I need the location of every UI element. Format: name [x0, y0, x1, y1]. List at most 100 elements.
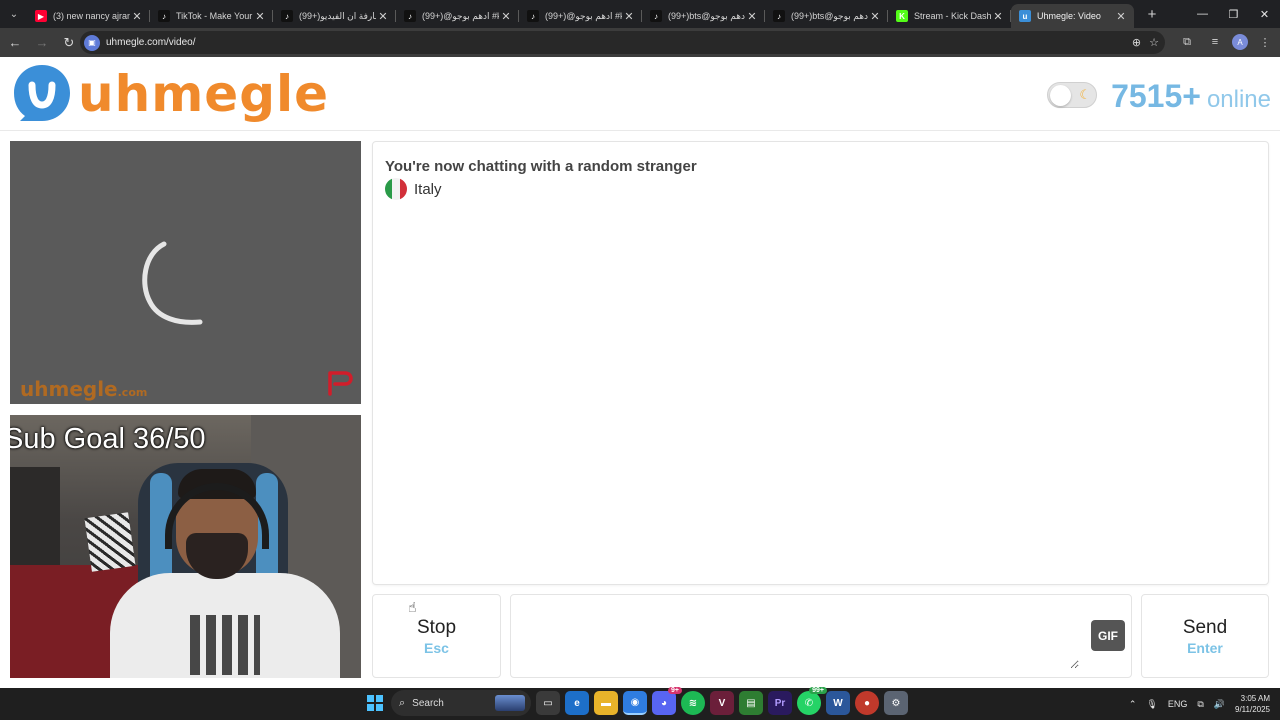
- close-tab-icon[interactable]: ✕: [499, 10, 513, 23]
- browser-tab[interactable]: ♪ (99+)bts@ادهم بوجو ✕: [765, 4, 888, 28]
- stop-button-label: Stop: [416, 616, 457, 638]
- address-bar[interactable]: ▣ uhmegle.com/video/ ⊕ ☆: [80, 31, 1165, 54]
- windows-taskbar: ⌕ Search ▭ e ▬ ◉ ◕ 9+ ≋ V ▤ Pr ✆ 99+ W ● ⚙…: [0, 687, 1280, 720]
- taskbar-search-label: Search: [412, 697, 444, 709]
- bookmark-star-icon[interactable]: ☆: [1149, 36, 1159, 49]
- send-button[interactable]: Send Enter: [1141, 594, 1269, 678]
- close-window-icon[interactable]: ✕: [1249, 0, 1280, 28]
- stop-button[interactable]: Stop Esc: [372, 594, 501, 678]
- browser-tab[interactable]: ♪ (99+)@ادهم بوجو #k✕: [396, 4, 519, 28]
- close-tab-icon[interactable]: ✕: [745, 10, 759, 23]
- obs-record-icon[interactable]: ●: [855, 691, 879, 715]
- maximize-icon[interactable]: ❐: [1218, 0, 1249, 28]
- minimize-icon[interactable]: —: [1187, 0, 1218, 28]
- tiktok-icon: ♪: [158, 10, 170, 22]
- premiere-icon[interactable]: Pr: [768, 691, 792, 715]
- close-tab-icon[interactable]: ✕: [622, 10, 636, 23]
- settings-gear-icon[interactable]: ⚙: [884, 691, 908, 715]
- vegas-icon[interactable]: V: [710, 691, 734, 715]
- url-text[interactable]: uhmegle.com/video/: [106, 37, 196, 48]
- close-tab-icon[interactable]: ✕: [130, 10, 144, 23]
- uhmegle-logo-text[interactable]: uhmegle: [78, 65, 329, 123]
- send-shortcut-key: Enter: [1187, 639, 1223, 656]
- close-tab-icon[interactable]: ✕: [376, 10, 390, 23]
- zoom-icon[interactable]: ⊕: [1132, 36, 1141, 49]
- close-tab-icon[interactable]: ✕: [253, 10, 267, 23]
- tiktok-icon: ♪: [527, 10, 539, 22]
- browser-tab[interactable]: u Uhmegle: Video ✕: [1011, 4, 1134, 28]
- taskbar-clock[interactable]: 3:05 AM 9/11/2025: [1235, 693, 1270, 715]
- spotify-icon[interactable]: ≋: [681, 691, 705, 715]
- edge-icon[interactable]: e: [565, 691, 589, 715]
- self-webcam-video: Sub Goal 36/50: [10, 415, 361, 678]
- reload-icon[interactable]: ↻: [57, 31, 81, 55]
- clock-date: 9/11/2025: [1235, 705, 1270, 714]
- search-highlight-image: [495, 695, 525, 711]
- search-icon: ⌕: [399, 696, 406, 709]
- online-label: online: [1206, 86, 1271, 113]
- browser-tab-title: Stream - Kick Dashbo: [914, 11, 991, 21]
- back-icon[interactable]: ←: [3, 31, 27, 55]
- discord-icon[interactable]: ◕ 9+: [652, 687, 682, 715]
- taskbar-apps: ⌕ Search ▭ e ▬ ◉ ◕ 9+ ≋ V ▤ Pr ✆ 99+ W ● ⚙: [364, 687, 908, 716]
- online-counter: 7515+ online: [1111, 78, 1271, 115]
- youtube-icon: ▶: [35, 10, 47, 22]
- tab-search-chevron-icon[interactable]: ⌄: [3, 3, 25, 25]
- watermark-suffix: .com: [117, 386, 148, 399]
- tiktok-icon: ♪: [404, 10, 416, 22]
- uhmegle-logo-icon[interactable]: [12, 63, 72, 123]
- watermark-main: uhmegle: [20, 377, 118, 401]
- taskbar-search[interactable]: ⌕ Search: [391, 690, 531, 716]
- language-indicator[interactable]: ENG: [1168, 699, 1188, 709]
- discord-badge: 9+: [668, 687, 682, 694]
- clock-time: 3:05 AM: [1240, 694, 1270, 703]
- browser-tab-title: (99+)@ادهم بوجو #k: [422, 10, 499, 21]
- browser-tab[interactable]: ♪ (99+)@ادهم بوجو #k✕: [519, 4, 642, 28]
- microphone-icon[interactable]: 🎙: [1146, 699, 1157, 710]
- video-watermark: uhmegle.com: [20, 377, 147, 401]
- site-info-icon[interactable]: ▣: [84, 34, 100, 51]
- browser-toolbar: ← → ↻ ▣ uhmegle.com/video/ ⊕ ☆ ⧉ ≡ A ⋮: [0, 28, 1280, 57]
- volume-icon[interactable]: 🔊: [1214, 699, 1225, 710]
- country-name: Italy: [414, 180, 442, 198]
- close-tab-icon[interactable]: ✕: [991, 10, 1005, 23]
- chat-log: You're now chatting with a random strang…: [372, 141, 1269, 585]
- gif-button[interactable]: GIF: [1091, 620, 1125, 651]
- chat-status-text: You're now chatting with a random strang…: [385, 158, 697, 175]
- browser-tab[interactable]: ♪ (99+)bts@ادهم بوجو ✕: [642, 4, 765, 28]
- hand-cursor-icon: ☝: [408, 599, 417, 615]
- forward-icon[interactable]: →: [30, 31, 54, 55]
- browser-tab[interactable]: K Stream - Kick Dashbo✕: [888, 4, 1011, 28]
- stranger-country: Italy: [385, 178, 442, 200]
- network-icon[interactable]: ⧉: [1197, 699, 1203, 710]
- browser-tab[interactable]: ♪ TikTok - Make Your D ✕: [150, 4, 273, 28]
- kick-icon: K: [896, 10, 908, 22]
- file-explorer-icon[interactable]: ▬: [594, 691, 618, 715]
- dark-mode-toggle[interactable]: ☾: [1047, 82, 1097, 108]
- browser-menu-icon[interactable]: ⋮: [1254, 31, 1276, 53]
- task-view-icon[interactable]: ▭: [536, 691, 560, 715]
- report-flag-icon[interactable]: [327, 370, 355, 396]
- chrome-icon[interactable]: ◉: [623, 691, 647, 715]
- whatsapp-icon[interactable]: ✆ 99+: [797, 687, 827, 715]
- new-tab-button[interactable]: +: [1140, 6, 1164, 23]
- tiktok-icon: ♪: [281, 10, 293, 22]
- uhmegle-page: uhmegle ☾ 7515+ online uhmegle.com Sub G…: [0, 57, 1280, 688]
- system-tray: ⌃ 🎙 ENG ⧉ 🔊 3:05 AM 9/11/2025: [1129, 688, 1270, 720]
- browser-tab[interactable]: ♪ (99+)عارفة ان الفيديو ✕: [273, 4, 396, 28]
- close-tab-icon[interactable]: ✕: [1114, 10, 1128, 23]
- browser-tab[interactable]: ▶ (3) new nancy ajram ✕: [27, 4, 150, 28]
- profile-avatar[interactable]: A: [1232, 34, 1248, 50]
- message-input[interactable]: [519, 603, 1079, 669]
- whatsapp-badge: 99+: [809, 687, 827, 694]
- media-control-icon[interactable]: ≡: [1204, 31, 1226, 53]
- close-tab-icon[interactable]: ✕: [868, 10, 882, 23]
- browser-tab-title: (99+)bts@ادهم بوجو: [668, 10, 745, 21]
- notepad-icon[interactable]: ▤: [739, 691, 763, 715]
- tray-overflow-icon[interactable]: ⌃: [1129, 699, 1137, 710]
- extensions-icon[interactable]: ⧉: [1176, 31, 1198, 53]
- word-icon[interactable]: W: [826, 691, 850, 715]
- online-count: 7515+: [1111, 78, 1201, 114]
- windows-start-icon[interactable]: [364, 692, 386, 714]
- shirt-print: [190, 615, 260, 675]
